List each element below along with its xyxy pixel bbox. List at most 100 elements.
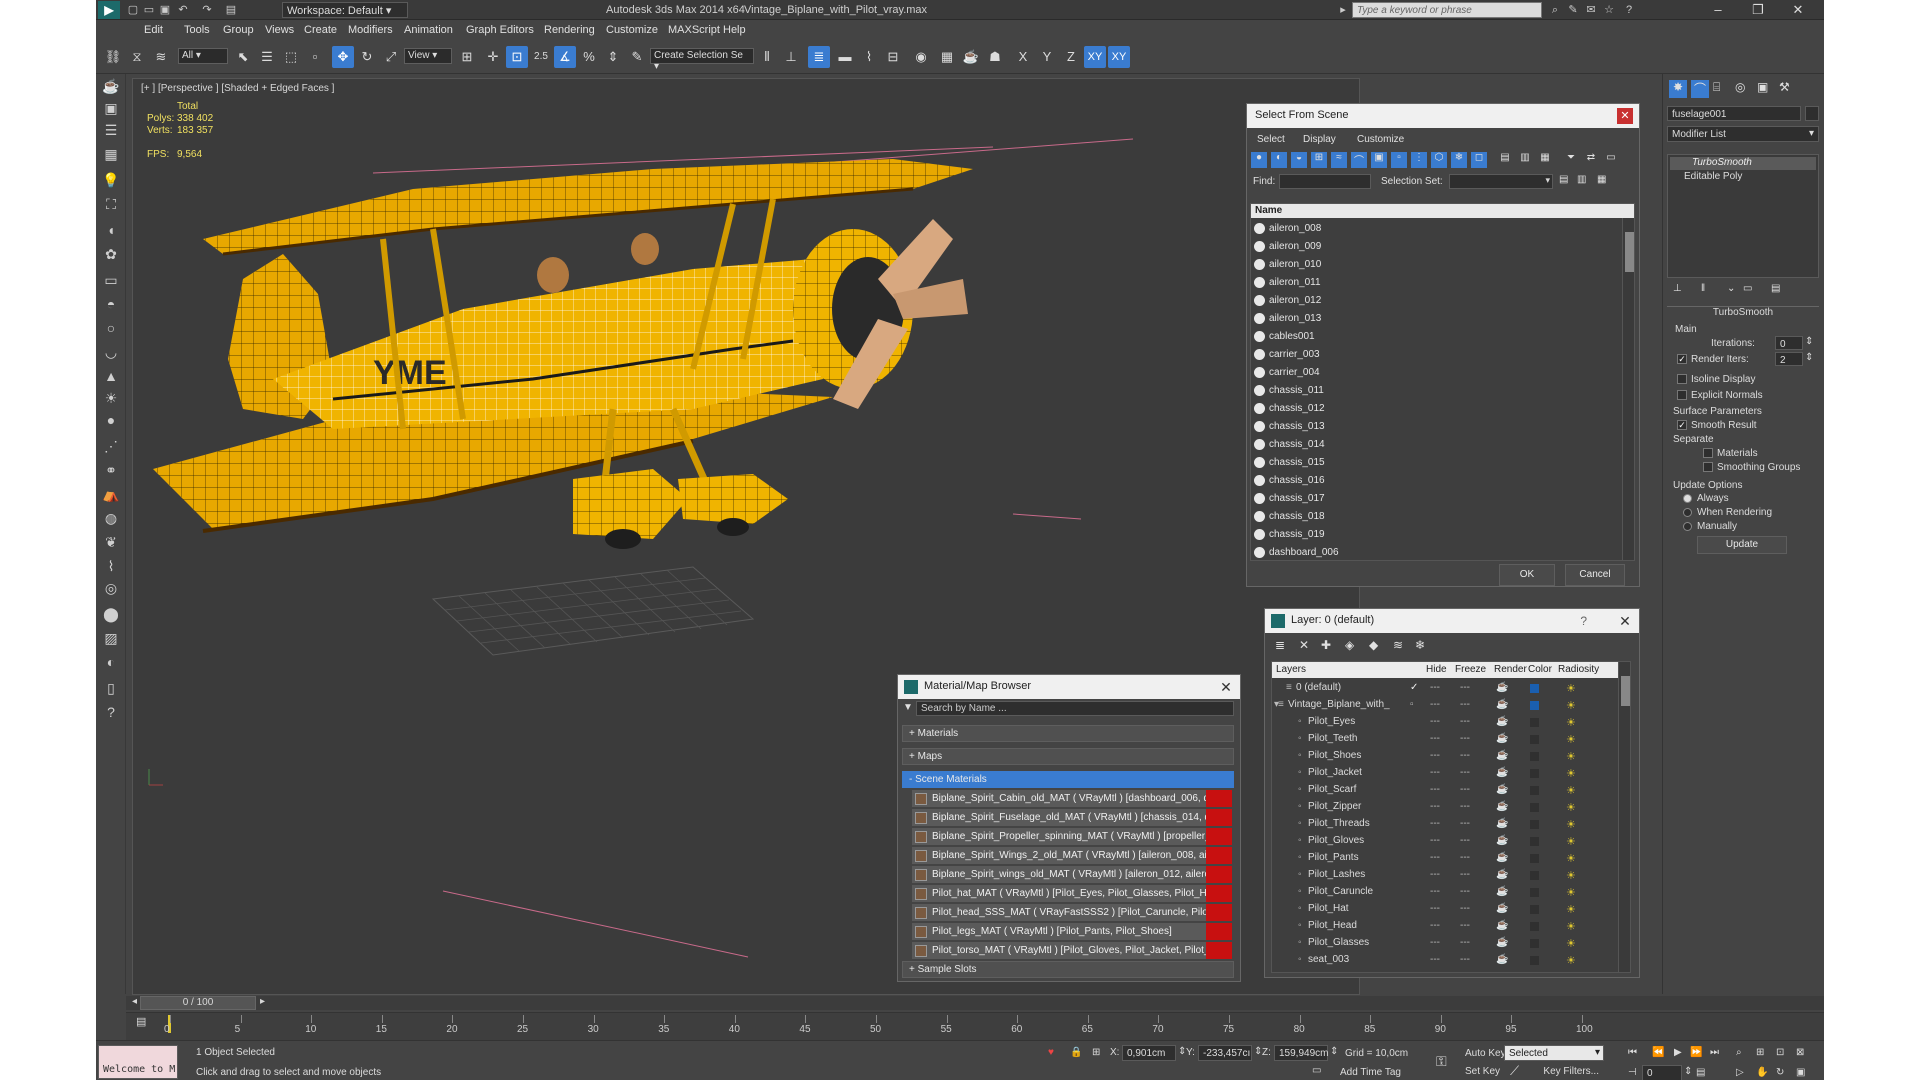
sfs-menu-display[interactable]: Display [1303,134,1336,145]
radiosity-icon[interactable]: ☀ [1566,886,1576,899]
axis-xy-button[interactable]: XY [1084,46,1106,68]
layer-color-swatch[interactable] [1530,820,1539,829]
sun-icon[interactable]: ☀ [101,388,121,408]
time-tag-icon[interactable]: ▭ [1312,1065,1321,1076]
configure-sets-icon[interactable]: ▤ [1771,283,1780,294]
menu-help[interactable]: Help [723,24,746,36]
col-hide[interactable]: Hide [1426,664,1447,675]
name-column-header[interactable]: Name [1251,204,1634,218]
layer-row[interactable]: ◦ seat_003 --- --- ☕ ☀ [1272,952,1630,969]
layer-color-swatch[interactable] [1530,905,1539,914]
delete-layer-icon[interactable]: ✕ [1299,638,1309,652]
sfs-menu-select[interactable]: Select [1257,134,1285,145]
field-of-view-icon[interactable]: ▷ [1736,1067,1744,1078]
render-toggle-icon[interactable]: ☕ [1496,767,1508,778]
axis-z-button[interactable]: Z [1060,46,1082,68]
hierarchy-tab-icon[interactable]: ⌸ [1713,80,1720,95]
freeze-toggle-icon[interactable]: --- [1460,682,1470,693]
hide-toggle-icon[interactable]: --- [1430,784,1440,795]
named-selection-set-dropdown[interactable]: Create Selection Se ▾ [650,48,754,72]
filter-groups-icon[interactable]: ▣ [1371,152,1387,168]
layer-row[interactable]: ◦ Pilot_Threads --- --- ☕ ☀ [1272,816,1630,833]
separate-materials-checkbox[interactable] [1703,448,1713,458]
turbosmooth-rollout-header[interactable]: TurboSmooth [1667,306,1819,320]
radiosity-icon[interactable]: ☀ [1566,954,1576,967]
select-by-name-icon[interactable]: ☰ [256,46,278,68]
separate-smoothing-groups-checkbox[interactable] [1703,462,1713,472]
cancel-button[interactable]: Cancel [1565,564,1625,586]
layer-row[interactable]: ◦ Pilot_Eyes --- --- ☕ ☀ [1272,714,1630,731]
select-scale-icon[interactable]: ⤢ [380,46,402,68]
scene-material-item[interactable]: Biplane_Spirit_Wings_2_old_MAT ( VRayMtl… [912,847,1232,865]
scene-object-item[interactable]: aileron_012 [1251,292,1634,310]
z-coord-spinner[interactable]: ⇕ [1330,1046,1338,1057]
scene-object-item[interactable]: chassis_017 [1251,490,1634,508]
filter-shapes-icon[interactable]: ◐ [1271,152,1287,168]
filter-cameras-icon[interactable]: ⊞ [1311,152,1327,168]
create-tab-icon[interactable]: ✸ [1669,80,1687,98]
render-toggle-icon[interactable]: ☕ [1496,852,1508,863]
undo-icon[interactable]: ↶ [176,3,190,17]
angle-snap-icon[interactable]: ∡ [554,46,576,68]
utilities-tab-icon[interactable]: ⚒ [1779,80,1790,94]
freeze-all-layers-icon[interactable]: ❄ [1415,638,1425,652]
layer-row[interactable]: ◦ Pilot_Lashes --- --- ☕ ☀ [1272,867,1630,884]
graphite-ribbon-icon[interactable]: ▬ [834,46,856,68]
hide-toggle-icon[interactable]: --- [1430,818,1440,829]
modifier-list-dropdown[interactable]: Modifier List ▾ [1667,126,1819,142]
layer-color-swatch[interactable] [1530,939,1539,948]
auto-key-button[interactable]: Auto Key [1460,1045,1506,1061]
radiosity-icon[interactable]: ☀ [1566,869,1576,882]
col-freeze[interactable]: Freeze [1455,664,1486,675]
scene-object-item[interactable]: carrier_004 [1251,364,1634,382]
stack-item-editable-poly[interactable]: Editable Poly [1670,171,1816,184]
key-filters-button[interactable]: Key Filters... [1528,1063,1604,1079]
table-icon[interactable]: ▦ [101,144,121,164]
radiosity-icon[interactable]: ☀ [1566,852,1576,865]
layer-row[interactable]: ◦ Pilot_Teeth --- --- ☕ ☀ [1272,731,1630,748]
freeze-toggle-icon[interactable]: --- [1460,699,1470,710]
layer-row[interactable]: ◦ Pilot_Glasses --- --- ☕ ☀ [1272,935,1630,952]
layer-name[interactable]: Pilot_Caruncle [1308,886,1373,897]
subscription-icon[interactable]: ✎ [1566,3,1580,17]
render-toggle-icon[interactable]: ☕ [1496,716,1508,727]
radiosity-icon[interactable]: ☀ [1566,835,1576,848]
layer-name[interactable]: Pilot_Lashes [1308,869,1365,880]
layer-color-swatch[interactable] [1530,871,1539,880]
pivot-center-icon[interactable]: ⊞ [456,46,478,68]
layer-color-swatch[interactable] [1530,735,1539,744]
scene-object-item[interactable]: aileron_013 [1251,310,1634,328]
selection-lock-icon[interactable]: 🔒 [1070,1047,1082,1058]
layer-table[interactable]: Layers Hide Freeze Render Color Radiosit… [1271,661,1631,973]
dummy-icon[interactable]: ✿ [101,244,121,264]
axis-y-button[interactable]: Y [1036,46,1058,68]
modify-tab-icon[interactable]: ⌒ [1691,80,1709,98]
plant-icon[interactable]: ❦ [101,532,121,552]
layer-color-swatch[interactable] [1530,888,1539,897]
freeze-toggle-icon[interactable]: --- [1460,920,1470,931]
new-file-icon[interactable]: ▢ [126,3,140,17]
mini-curve-editor-icon[interactable]: ▤ [136,1015,146,1028]
search-input[interactable]: Type a keyword or phrase [1352,2,1542,18]
hide-toggle-icon[interactable]: --- [1430,716,1440,727]
list-icon[interactable]: ☰ [101,120,121,140]
highlight-selected-icon[interactable]: ◆ [1369,638,1378,652]
close-window-button[interactable]: ✕ [1780,0,1816,20]
stack-item-turbosmooth[interactable]: TurboSmooth [1670,157,1816,170]
scene-material-item[interactable]: Pilot_head_SSS_MAT ( VRayFastSSS2 ) [Pil… [912,904,1232,922]
layer-color-swatch[interactable] [1530,701,1539,710]
browser-options-icon[interactable]: ▼ [903,702,913,713]
material-swatch-icon[interactable]: ▨ [101,628,121,648]
menu-modifiers[interactable]: Modifiers [348,24,393,36]
scene-object-item[interactable]: chassis_014 [1251,436,1634,454]
show-end-result-icon[interactable]: ‖ [1701,283,1705,294]
go-to-end-icon[interactable]: ⏭ [1710,1047,1719,1058]
radiosity-icon[interactable]: ☀ [1566,920,1576,933]
remove-set-icon[interactable]: ▥ [1577,174,1586,185]
object-name-field[interactable]: fuselage001 [1667,106,1801,121]
render-toggle-icon[interactable]: ☕ [1496,886,1508,897]
scene-object-item[interactable]: cables001 [1251,328,1634,346]
layer-name[interactable]: Pilot_Glasses [1308,937,1369,948]
render-toggle-icon[interactable]: ☕ [1496,869,1508,880]
box-icon[interactable]: ▭ [101,270,121,290]
